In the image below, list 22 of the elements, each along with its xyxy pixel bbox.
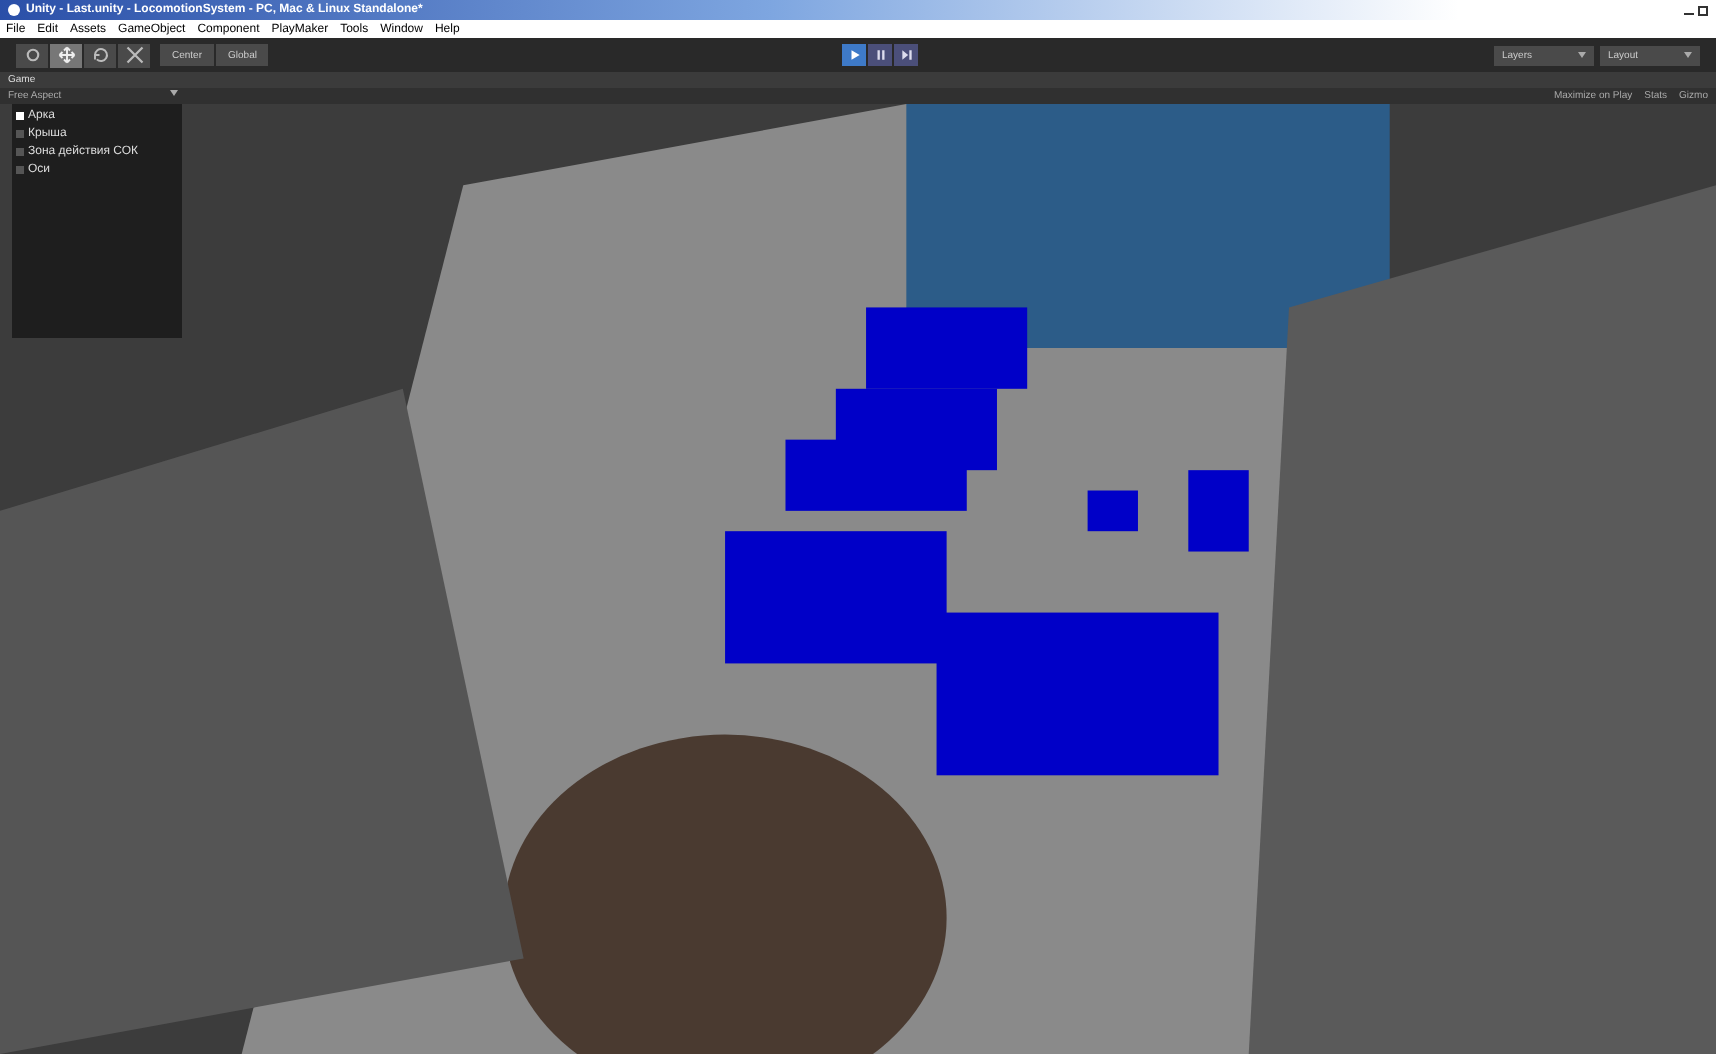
rotate-tool-button[interactable] (84, 43, 116, 67)
scale-tool-button[interactable] (118, 43, 150, 67)
maximize-icon[interactable] (1698, 5, 1708, 15)
caret-icon (1684, 52, 1692, 58)
checkbox[interactable] (16, 130, 24, 138)
pause-button[interactable] (868, 44, 893, 66)
checkbox[interactable] (16, 166, 24, 174)
play-button[interactable] (842, 44, 867, 66)
move-icon (57, 46, 75, 64)
step-icon (899, 48, 914, 62)
cross-icon (125, 46, 143, 64)
unity-logo-icon (8, 4, 20, 16)
caret-icon (1578, 52, 1586, 58)
checkbox[interactable] (16, 112, 24, 120)
play-icon (847, 48, 862, 62)
move-tool-button[interactable] (50, 43, 82, 67)
step-button[interactable] (894, 44, 919, 66)
circle-icon (23, 46, 41, 64)
rotate-icon (91, 46, 109, 64)
checkbox[interactable] (16, 148, 24, 156)
hand-tool-button[interactable] (16, 43, 48, 67)
pause-icon (873, 48, 888, 62)
